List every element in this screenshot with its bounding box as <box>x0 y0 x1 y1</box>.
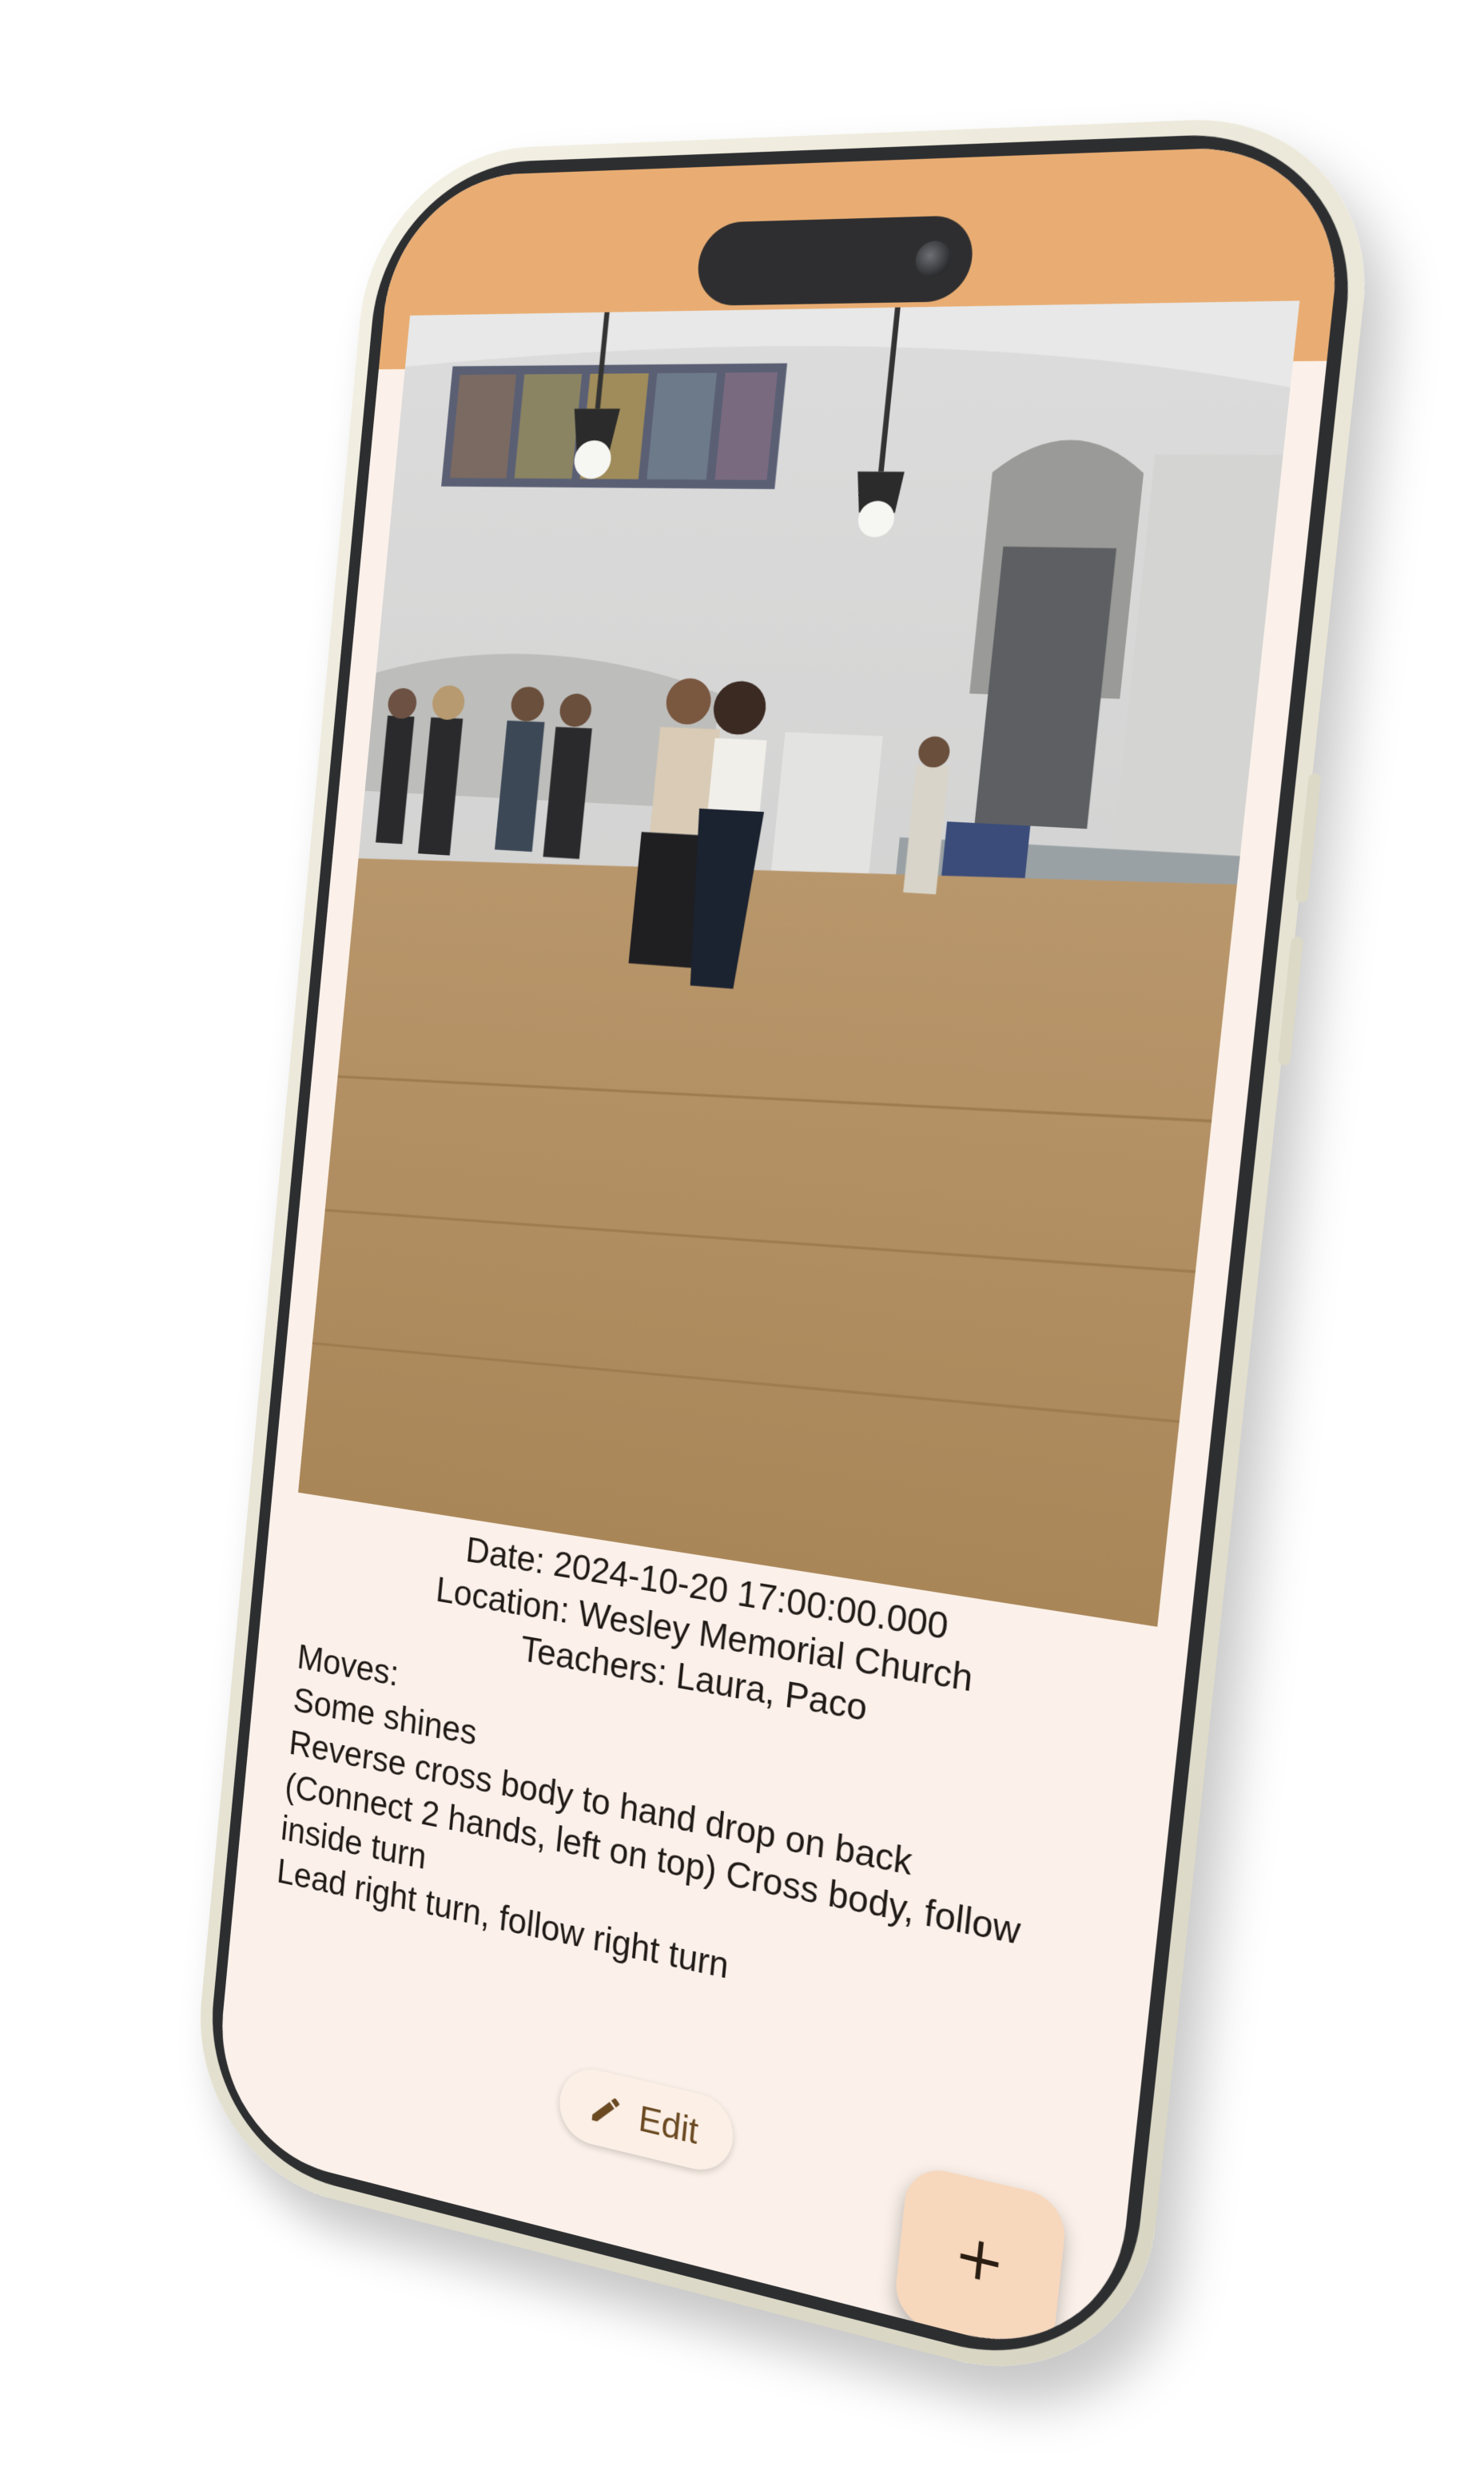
app-screen: Date: 2024-10-20 17:00:00.000 Location: … <box>210 143 1351 2372</box>
edit-button-label: Edit <box>637 2097 701 2152</box>
dynamic-island <box>694 215 977 306</box>
pencil-icon <box>591 2093 620 2126</box>
plus-icon <box>958 2237 1001 2285</box>
video-thumbnail[interactable] <box>298 300 1300 1627</box>
camera-icon <box>913 240 953 278</box>
video-frame-image <box>298 300 1300 1627</box>
edit-button[interactable]: Edit <box>556 2062 737 2178</box>
device-mockup: Date: 2024-10-20 17:00:00.000 Location: … <box>0 0 1484 2474</box>
phone: Date: 2024-10-20 17:00:00.000 Location: … <box>186 112 1384 2408</box>
